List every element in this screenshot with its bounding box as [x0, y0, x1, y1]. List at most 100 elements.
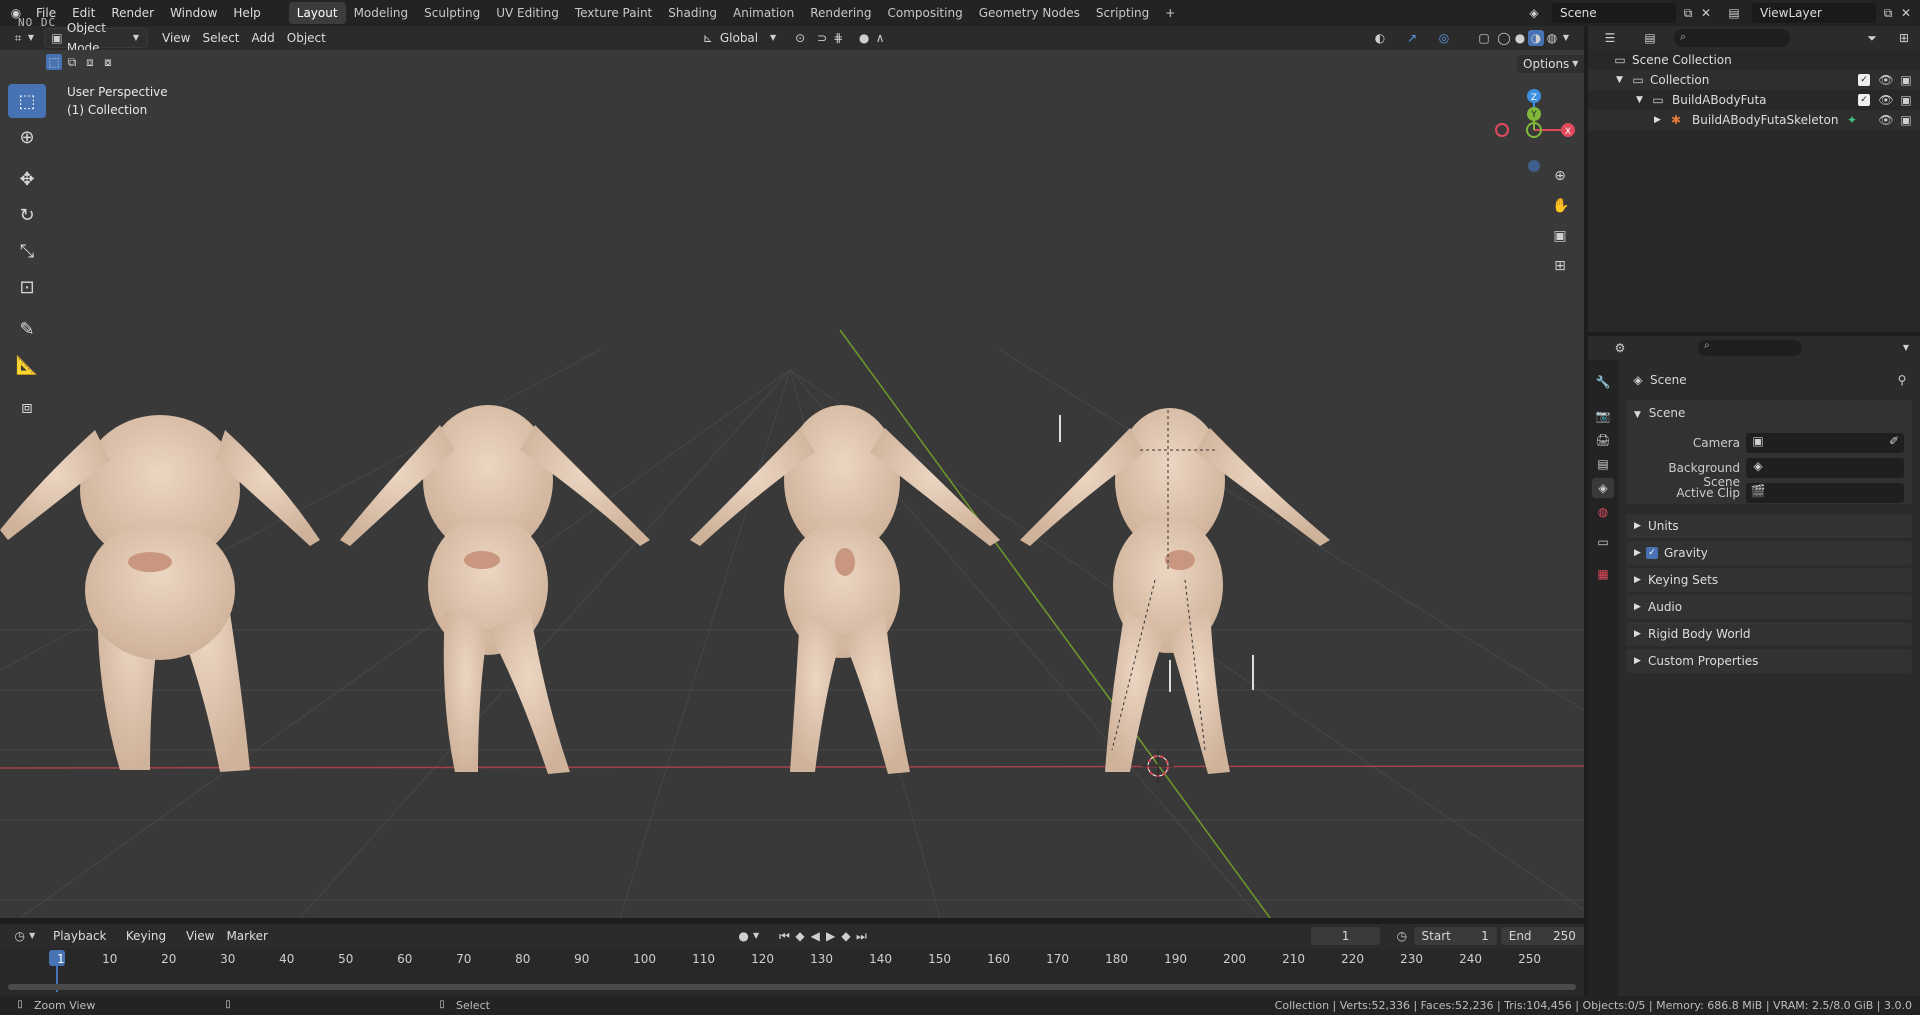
- gizmo-toggle-icon[interactable]: ↗: [1404, 30, 1420, 46]
- rendered-shading-icon[interactable]: ◍: [1544, 30, 1560, 46]
- tab-modeling[interactable]: Modeling: [346, 2, 417, 24]
- next-keyframe-icon[interactable]: ◆: [838, 928, 853, 944]
- pivot-icon[interactable]: ⊙: [792, 30, 808, 46]
- new-view-layer-icon[interactable]: ⧉: [1880, 5, 1896, 21]
- properties-search-input[interactable]: ⌕: [1698, 340, 1802, 356]
- units-panel[interactable]: ▶ Units: [1626, 514, 1912, 538]
- select-subtract-icon[interactable]: ⧈: [82, 54, 98, 70]
- tab-rendering[interactable]: Rendering: [802, 2, 879, 24]
- play-icon[interactable]: ▶: [823, 928, 838, 944]
- eye-icon[interactable]: 👁: [1878, 92, 1894, 108]
- menu-select[interactable]: Select: [196, 28, 245, 48]
- output-tab-icon[interactable]: 🖨: [1595, 432, 1611, 448]
- playback-menu[interactable]: Playback ▾: [47, 926, 120, 963]
- chevron-down-icon[interactable]: ▼: [751, 928, 761, 944]
- checkbox-icon[interactable]: ✓: [1858, 74, 1870, 86]
- select-invert-icon[interactable]: ⧇: [100, 54, 116, 70]
- measure-tool[interactable]: 📐: [8, 348, 46, 382]
- active-clip-field[interactable]: 🎬: [1746, 483, 1904, 503]
- select-extend-icon[interactable]: ⧉: [64, 54, 80, 70]
- visibility-icon[interactable]: ◐: [1372, 30, 1388, 46]
- menu-window[interactable]: Window: [162, 2, 225, 24]
- material-shading-icon[interactable]: ◑: [1528, 30, 1544, 46]
- clock-icon[interactable]: ◷: [12, 928, 27, 944]
- start-frame-field[interactable]: Start 1: [1413, 927, 1497, 945]
- falloff-icon[interactable]: ∧: [872, 30, 888, 46]
- tab-layout[interactable]: Layout: [288, 2, 346, 24]
- outliner-row-skeleton[interactable]: ▶ ✱ BuildABodyFutaSkeleton ✦ 👁 ▣: [1588, 110, 1920, 130]
- gravity-checkbox[interactable]: ✓: [1646, 547, 1658, 559]
- solid-shading-icon[interactable]: ●: [1512, 30, 1528, 46]
- prev-keyframe-icon[interactable]: ◆: [792, 928, 807, 944]
- camera-icon[interactable]: ▣: [1898, 72, 1914, 88]
- menu-add[interactable]: Add: [246, 28, 281, 48]
- jump-start-icon[interactable]: ⏮: [777, 928, 792, 944]
- camera-icon[interactable]: ▣: [1898, 112, 1914, 128]
- xray-icon[interactable]: ▢: [1476, 30, 1492, 46]
- rotate-tool[interactable]: ↻: [8, 198, 46, 232]
- gravity-panel[interactable]: ▶ ✓ Gravity: [1626, 541, 1912, 565]
- background-scene-field[interactable]: ◈: [1746, 458, 1904, 478]
- outliner-row-buildabodyfuta[interactable]: ▼ ▭ BuildABodyFuta ✓ 👁 ▣: [1588, 90, 1920, 110]
- outliner-row-scene-collection[interactable]: ▭ Scene Collection: [1588, 50, 1920, 70]
- tab-geometry-nodes[interactable]: Geometry Nodes: [971, 2, 1088, 24]
- rigid-body-world-panel[interactable]: ▶ Rigid Body World: [1626, 622, 1912, 646]
- scene-tab-icon[interactable]: ◈: [1592, 478, 1614, 498]
- expand-icon[interactable]: ▼: [1616, 70, 1623, 90]
- display-mode-icon[interactable]: ▤: [1642, 30, 1658, 46]
- tab-compositing[interactable]: Compositing: [879, 2, 970, 24]
- tab-uv-editing[interactable]: UV Editing: [488, 2, 567, 24]
- pin-icon[interactable]: ⚲: [1894, 372, 1910, 388]
- snap-icon[interactable]: ⊃: [814, 30, 830, 46]
- menu-view[interactable]: View: [156, 28, 196, 48]
- timeline-scrollbar[interactable]: [8, 984, 1576, 990]
- add-cube-tool[interactable]: ⧈: [8, 390, 46, 424]
- texture-tab-icon[interactable]: ▦: [1595, 566, 1611, 582]
- scene-icon[interactable]: ◈: [1526, 5, 1542, 21]
- keying-menu[interactable]: Keying ▾: [120, 926, 180, 963]
- snap-target-icon[interactable]: ⋕: [830, 30, 846, 46]
- new-scene-icon[interactable]: ⧉: [1680, 5, 1696, 21]
- jump-end-icon[interactable]: ⏭: [854, 928, 869, 944]
- eye-icon[interactable]: 👁: [1878, 72, 1894, 88]
- select-new-icon[interactable]: ⬚: [46, 54, 62, 70]
- view-layer-field[interactable]: ViewLayer: [1752, 3, 1876, 23]
- scale-tool[interactable]: ⤡: [8, 234, 46, 268]
- tool-tab-icon[interactable]: 🔧: [1595, 374, 1611, 390]
- expand-icon[interactable]: ▼: [1636, 90, 1643, 110]
- world-tab-icon[interactable]: ◍: [1595, 504, 1611, 520]
- outliner-search-input[interactable]: ⌕: [1674, 29, 1790, 47]
- perspective-toggle-icon[interactable]: ⊞: [1552, 258, 1568, 274]
- options-button[interactable]: Options ▼: [1516, 54, 1584, 74]
- scene-name-field[interactable]: Scene: [1552, 3, 1676, 23]
- audio-panel[interactable]: ▶ Audio: [1626, 595, 1912, 619]
- eyedropper-icon[interactable]: ✐: [1886, 433, 1902, 449]
- cursor-tool[interactable]: ⊕: [8, 120, 46, 154]
- properties-editor-icon[interactable]: ⚙: [1612, 340, 1628, 356]
- filter-icon[interactable]: ⏷: [1864, 30, 1880, 46]
- record-icon[interactable]: ●: [736, 928, 751, 944]
- eye-icon[interactable]: 👁: [1878, 112, 1894, 128]
- scene-panel-header[interactable]: ▼ Scene: [1626, 402, 1912, 424]
- play-reverse-icon[interactable]: ◀: [808, 928, 823, 944]
- collection-tab-icon[interactable]: ▭: [1595, 534, 1611, 550]
- tab-animation[interactable]: Animation: [725, 2, 802, 24]
- editor-type-icon[interactable]: ⌗: [10, 30, 26, 46]
- move-tool[interactable]: ✥: [8, 162, 46, 196]
- checkbox-icon[interactable]: ✓: [1858, 94, 1870, 106]
- camera-field[interactable]: ▣ ✐: [1746, 433, 1904, 453]
- render-tab-icon[interactable]: 📷: [1595, 408, 1611, 424]
- wireframe-shading-icon[interactable]: ◯: [1496, 30, 1512, 46]
- menu-object[interactable]: Object: [281, 28, 332, 48]
- outliner-row-collection[interactable]: ▼ ▭ Collection ✓ 👁 ▣: [1588, 70, 1920, 90]
- tab-sculpting[interactable]: Sculpting: [416, 2, 488, 24]
- mode-select[interactable]: ▣ Object Mode ▼: [44, 21, 148, 55]
- delete-view-layer-icon[interactable]: ✕: [1898, 5, 1914, 21]
- chevron-down-icon[interactable]: ▼: [1898, 340, 1914, 356]
- camera-icon[interactable]: ▣: [1898, 92, 1914, 108]
- zoom-icon[interactable]: ⊕: [1552, 168, 1568, 184]
- expand-icon[interactable]: ▶: [1654, 110, 1661, 130]
- delete-scene-icon[interactable]: ✕: [1698, 5, 1714, 21]
- 3d-viewport[interactable]: User Perspective (1) Collection ⬚ ⧉ ⧈ ⧇ …: [0, 50, 1584, 918]
- keying-sets-panel[interactable]: ▶ Keying Sets: [1626, 568, 1912, 592]
